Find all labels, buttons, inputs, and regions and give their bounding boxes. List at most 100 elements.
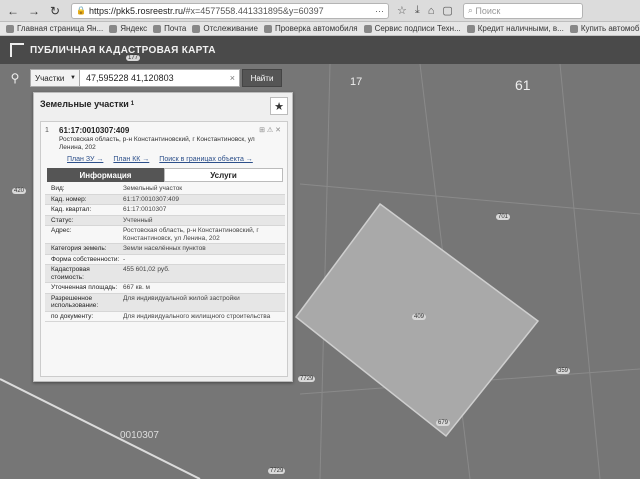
bookmark-item[interactable]: Проверка автомобиля: [263, 24, 358, 33]
row-value: 61:17:0010307:409: [123, 195, 180, 203]
bookmark-item[interactable]: Главная страница Ян...: [6, 24, 103, 33]
favicon-icon: [569, 24, 578, 33]
bookmarks-bar: Главная страница Ян... Яндекс Почта Отсл…: [0, 22, 640, 36]
bookmark-label: Яндекс: [120, 24, 148, 33]
map-tag: 359: [556, 368, 571, 374]
row-key: Вид:: [51, 185, 65, 192]
back-button[interactable]: ←: [5, 3, 21, 19]
parcel-line: [299, 183, 640, 215]
bookmark-item[interactable]: Сервис подписи Техн...: [363, 24, 461, 33]
row-value: 667 кв. м: [123, 284, 151, 291]
table-row: Статус: Учтенный: [45, 215, 285, 226]
bookmark-item[interactable]: Отслеживание: [192, 24, 258, 33]
map-tag: 420: [12, 188, 27, 194]
row-value: Для индивидуального жилищного строительс…: [123, 312, 271, 320]
table-row: Форма собственности: -: [45, 255, 285, 265]
map-tag: 679: [436, 420, 451, 426]
bookmark-item[interactable]: Кредит наличными, в...: [466, 24, 564, 33]
url-text: https://pkk5.rosreestr.ru/#x=4577558.441…: [89, 6, 324, 16]
panel-header: Земельные участки 1: [34, 93, 292, 115]
home-icon[interactable]: ⌂: [428, 5, 435, 17]
table-row: Кадастровая стоимость: 455 601,02 руб.: [45, 265, 285, 283]
coordinates-input[interactable]: 47,595228 41,120803 ×: [80, 69, 240, 87]
favicon-icon: [109, 24, 118, 33]
row-key: Кадастровая стоимость:: [51, 266, 90, 281]
favicon-icon: [6, 24, 14, 33]
find-button[interactable]: Найти: [242, 69, 282, 87]
bookmark-label: Проверка автомобиля: [274, 24, 358, 33]
map-tag: 7729: [298, 376, 316, 382]
table-row: Вид: Земельный участок: [45, 184, 285, 195]
row-key: Кад. номер:: [51, 195, 87, 203]
chat-icon[interactable]: ▢: [442, 4, 452, 17]
browser-search-placeholder: Поиск: [475, 5, 501, 16]
quarter-label: 0010307: [120, 430, 159, 441]
favicon-icon: [153, 24, 162, 33]
search-type-select[interactable]: Участки ▼: [30, 69, 80, 87]
map-label: 17: [350, 76, 363, 88]
favorite-button[interactable]: ★: [270, 97, 288, 115]
road-line: [0, 378, 201, 479]
logo-icon: [10, 43, 24, 57]
card-address: Ростовская область, р-н Константиновский…: [59, 136, 255, 151]
row-key: Статус:: [51, 216, 74, 224]
cadastral-number[interactable]: 61:17:0010307:409: [59, 126, 129, 135]
bookmark-label: Главная страница Ян...: [17, 24, 104, 33]
browser-search-input[interactable]: ⌕ Поиск: [462, 2, 583, 19]
panel-title: Земельные участки: [40, 99, 129, 109]
map-tag: 177: [126, 55, 141, 61]
bookmark-label: Отслеживание: [203, 24, 258, 33]
table-row: по документу: Для индивидуального жилищно…: [45, 312, 285, 322]
attribute-table: Вид: Земельный участок Кад. номер: 61:17:0…: [45, 184, 285, 322]
card-tools-icon[interactable]: ⊞ ⚠ ✕: [259, 126, 281, 134]
selected-parcel[interactable]: [294, 202, 540, 438]
bookmark-item[interactable]: Купить автомоб: [569, 24, 640, 33]
row-value: Земельный участок: [123, 185, 183, 192]
row-key: Разрешенное использование:: [51, 294, 99, 310]
reload-button[interactable]: ↻: [47, 3, 63, 19]
row-key: Категория земель:: [51, 245, 107, 252]
link-search-in-bounds[interactable]: Поиск в границах объекта →: [159, 156, 253, 163]
url-rest: #x=4577558.441331895&y=60397: [185, 5, 324, 16]
search-icon[interactable]: ⚲: [4, 67, 26, 89]
tab-info[interactable]: Информация: [47, 168, 164, 182]
bookmark-icon[interactable]: ☆: [397, 4, 407, 17]
row-value: Учтенный: [123, 216, 153, 224]
map-tag: 7729: [268, 468, 286, 474]
bookmark-label: Сервис подписи Техн...: [374, 24, 461, 33]
forward-button[interactable]: →: [26, 3, 42, 19]
page-actions-icon[interactable]: ···: [375, 6, 384, 16]
card-links: План ЗУ → План КК → Поиск в границах объ…: [67, 156, 253, 163]
row-key: Уточненная площадь:: [51, 284, 118, 291]
favicon-icon: [263, 24, 272, 33]
browser-search-icon: ⌕: [467, 5, 476, 15]
bookmark-label: Почта: [164, 24, 187, 33]
bookmark-item[interactable]: Яндекс: [109, 24, 147, 33]
clear-icon[interactable]: ×: [230, 73, 235, 83]
row-value: Земли населённых пунктов: [123, 245, 206, 252]
row-value: -: [123, 255, 126, 263]
tab-services[interactable]: Услуги: [164, 168, 283, 182]
plot-tag: 409: [412, 314, 427, 320]
table-row: Уточненная площадь: 667 кв. м: [45, 283, 285, 294]
address-bar[interactable]: 🔒 https://pkk5.rosreestr.ru/#x=4577558.4…: [71, 2, 389, 19]
card-tabs: Информация Услуги: [47, 168, 283, 182]
url-host: https://pkk5.rosreestr.ru/: [88, 5, 186, 16]
lock-icon: 🔒: [76, 6, 86, 15]
parcel-line: [319, 64, 331, 479]
screen: ← → ↻ 🔒 https://pkk5.rosreestr.ru/#x=457…: [0, 0, 640, 479]
link-zu-plan[interactable]: План ЗУ →: [67, 156, 103, 163]
bookmark-label: Купить автомоб: [580, 24, 640, 33]
result-count: 1: [130, 101, 135, 107]
map-tag: 701: [496, 214, 511, 220]
link-kk-plan[interactable]: План КК →: [113, 156, 149, 163]
browser-toolbar: ← → ↻ 🔒 https://pkk5.rosreestr.ru/#x=457…: [0, 0, 640, 22]
chevron-down-icon: ▼: [70, 75, 76, 81]
row-value: 455 601,02 руб.: [123, 266, 170, 273]
favicon-icon: [192, 24, 201, 33]
download-icon[interactable]: ⤓: [415, 4, 420, 17]
table-row: Категория земель: Земли населённых пункто…: [45, 244, 285, 255]
search-type-label: Участки: [35, 73, 65, 83]
app-title: ПУБЛИЧНАЯ КАДАСТРОВАЯ КАРТА: [30, 44, 216, 56]
bookmark-item[interactable]: Почта: [153, 24, 186, 33]
